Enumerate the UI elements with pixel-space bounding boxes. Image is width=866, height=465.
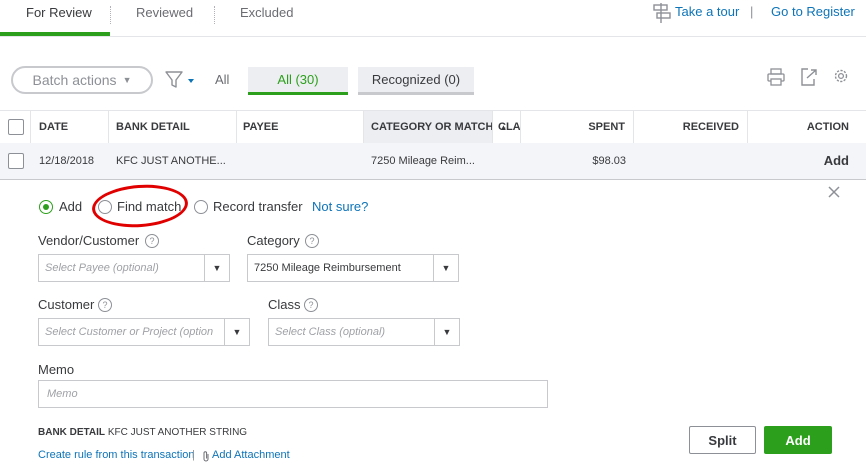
chevron-down-icon[interactable]: ▼ xyxy=(434,319,459,345)
customer-placeholder: Select Customer or Project (option xyxy=(45,326,214,338)
tab-reviewed[interactable]: Reviewed xyxy=(136,0,193,36)
column-header-category[interactable]: CATEGORY OR MATCH ▲ xyxy=(371,111,507,143)
filter-funnel-icon[interactable] xyxy=(165,70,197,90)
category-label: Category xyxy=(247,233,300,248)
customer-select[interactable]: Select Customer or Project (option ▼ xyxy=(38,318,250,346)
vendor-customer-placeholder: Select Payee (optional) xyxy=(45,262,159,274)
gear-icon[interactable] xyxy=(832,67,850,85)
chevron-down-icon[interactable]: ▼ xyxy=(433,255,458,281)
add-radio[interactable] xyxy=(39,200,53,214)
recognized-pill[interactable]: Recognized (0) xyxy=(358,67,474,95)
take-a-tour-link[interactable]: Take a tour xyxy=(675,4,739,19)
help-icon[interactable]: ? xyxy=(305,234,319,248)
filter-all-label: All xyxy=(215,72,230,87)
batch-actions-label: Batch actions xyxy=(32,72,117,88)
chevron-down-icon[interactable]: ▼ xyxy=(204,255,229,281)
all-transactions-pill[interactable]: All (30) xyxy=(248,67,348,95)
tab-divider xyxy=(110,6,111,24)
bank-detail-value: KFC JUST ANOTHER STRING xyxy=(107,427,248,438)
memo-placeholder: Memo xyxy=(47,388,78,400)
add-radio-label: Add xyxy=(59,199,83,214)
export-icon[interactable] xyxy=(799,67,819,87)
column-divider xyxy=(30,111,31,143)
add-attachment-link[interactable]: Add Attachment xyxy=(212,449,290,461)
class-select[interactable]: Select Class (optional) ▼ xyxy=(268,318,460,346)
tab-excluded[interactable]: Excluded xyxy=(240,0,293,36)
customer-label: Customer xyxy=(38,297,95,312)
column-divider xyxy=(108,111,109,143)
class-placeholder: Select Class (optional) xyxy=(275,326,386,338)
vendor-customer-select[interactable]: Select Payee (optional) ▼ xyxy=(38,254,230,282)
row-add-action[interactable]: Add xyxy=(747,143,849,179)
column-header-class[interactable]: CLA xyxy=(498,111,521,143)
print-icon[interactable] xyxy=(767,68,785,86)
column-header-payee[interactable]: PAYEE xyxy=(243,111,278,143)
class-label: Class xyxy=(268,297,301,312)
category-select[interactable]: 7250 Mileage Reimbursement ▼ xyxy=(247,254,459,282)
row-date: 12/18/2018 xyxy=(39,155,95,167)
chevron-down-icon: ▼ xyxy=(122,75,132,85)
bank-detail-summary: BANK DETAIL KFC JUST ANOTHER STRING xyxy=(38,427,247,438)
row-spent: $98.03 xyxy=(592,155,626,167)
help-icon[interactable]: ? xyxy=(145,234,159,248)
row-received xyxy=(633,143,739,179)
paperclip-icon xyxy=(201,450,211,462)
column-header-received[interactable]: RECEIVED xyxy=(633,111,739,143)
tab-for-review[interactable]: For Review xyxy=(26,0,92,36)
column-header-spent[interactable]: SPENT xyxy=(520,111,625,143)
go-to-register-link[interactable]: Go to Register xyxy=(771,4,855,19)
batch-actions-button[interactable]: Batch actions ▼ xyxy=(11,66,153,94)
row-category: 7250 Mileage Reim... xyxy=(371,155,475,167)
bank-detail-label: BANK DETAIL xyxy=(38,427,106,438)
column-divider xyxy=(363,111,364,143)
memo-label: Memo xyxy=(38,362,75,377)
tabs-divider-line xyxy=(0,36,866,37)
close-icon[interactable] xyxy=(827,185,841,199)
column-divider xyxy=(236,111,237,143)
table-row[interactable]: 12/18/2018 KFC JUST ANOTHE... 7250 Milea… xyxy=(0,143,866,180)
table-header: DATE BANK DETAIL PAYEE CATEGORY OR MATCH… xyxy=(0,110,866,144)
column-header-action: ACTION xyxy=(806,121,849,133)
tour-signpost-icon[interactable] xyxy=(652,2,672,24)
column-divider xyxy=(492,111,493,143)
row-bank-detail: KFC JUST ANOTHE... xyxy=(116,155,226,167)
split-button[interactable]: Split xyxy=(689,426,756,454)
select-all-checkbox[interactable] xyxy=(8,119,24,135)
create-rule-link[interactable]: Create rule from this transaction xyxy=(38,449,195,461)
column-header-category-label: CATEGORY OR MATCH xyxy=(371,121,494,133)
help-icon[interactable]: ? xyxy=(98,298,112,312)
help-icon[interactable]: ? xyxy=(304,298,318,312)
memo-input[interactable]: Memo xyxy=(38,380,548,408)
header-link-separator: | xyxy=(750,4,754,19)
not-sure-link[interactable]: Not sure? xyxy=(312,199,368,214)
footer-link-separator: | xyxy=(192,449,195,461)
vendor-customer-label: Vendor/Customer xyxy=(38,233,140,248)
column-header-date[interactable]: DATE xyxy=(39,111,68,143)
column-header-bank-detail[interactable]: BANK DETAIL xyxy=(116,111,190,143)
tab-divider xyxy=(214,6,215,24)
row-checkbox[interactable] xyxy=(8,153,24,169)
category-value: 7250 Mileage Reimbursement xyxy=(254,262,401,274)
add-button[interactable]: Add xyxy=(764,426,832,454)
chevron-down-icon[interactable]: ▼ xyxy=(224,319,249,345)
record-transfer-radio-label: Record transfer xyxy=(213,199,303,214)
record-transfer-radio[interactable] xyxy=(194,200,208,214)
